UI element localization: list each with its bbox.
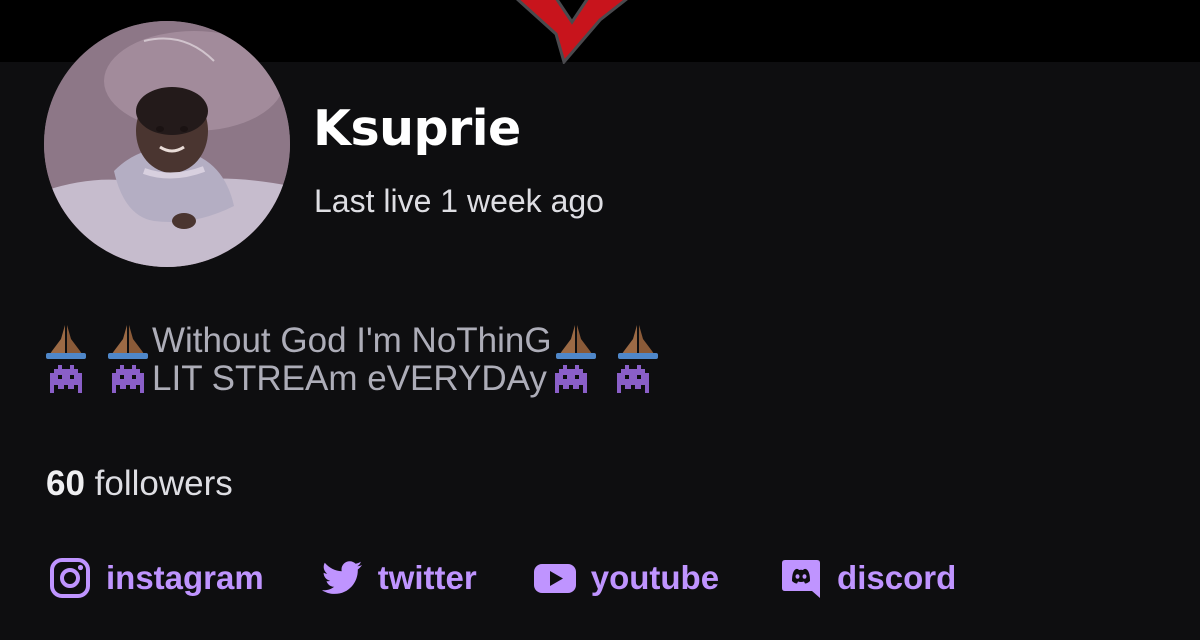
- folded-hands-icon: [46, 323, 86, 359]
- avatar-photo: [44, 21, 290, 267]
- twitter-bird-icon: [320, 556, 364, 600]
- instagram-icon: [48, 556, 92, 600]
- last-live-status: Last live 1 week ago: [314, 183, 604, 219]
- bio-line-2-text: LIT STREAm eVERYDAy: [152, 359, 547, 398]
- discord-link-label: discord: [837, 559, 957, 596]
- banner-logo-shape: [516, 0, 628, 64]
- channel-bio: Without God I'm NoThinG LIT STREAm eVERY…: [46, 322, 658, 398]
- alien-monster-icon: [46, 361, 86, 397]
- alien-monster-icon: [108, 361, 148, 397]
- instagram-link-label: instagram: [106, 559, 264, 596]
- folded-hands-icon: [555, 323, 596, 359]
- alien-monster-icon: [551, 361, 591, 397]
- folded-hands-icon: [108, 323, 148, 359]
- bio-line-1-text: Without God I'm NoThinG: [152, 321, 552, 360]
- follower-count-label: followers: [94, 464, 233, 503]
- folded-hands-icon: [617, 323, 658, 359]
- youtube-play-icon: [533, 556, 577, 600]
- bio-line-1: Without God I'm NoThinG: [46, 322, 658, 360]
- follower-count-number: 60: [46, 464, 85, 503]
- youtube-link[interactable]: youtube: [533, 556, 719, 600]
- social-links: instagram twitter youtube discord: [48, 556, 956, 600]
- follower-count: 60 followers: [46, 464, 233, 504]
- bio-line-2: LIT STREAm eVERYDAy: [46, 360, 658, 398]
- channel-name: Ksuprie: [313, 100, 521, 157]
- youtube-link-label: youtube: [590, 559, 720, 596]
- twitter-link[interactable]: twitter: [320, 556, 477, 600]
- discord-icon: [779, 556, 823, 600]
- instagram-link[interactable]: instagram: [48, 556, 264, 600]
- alien-monster-icon: [613, 361, 653, 397]
- discord-link[interactable]: discord: [779, 556, 956, 600]
- twitter-link-label: twitter: [377, 559, 477, 596]
- channel-avatar[interactable]: [44, 21, 290, 267]
